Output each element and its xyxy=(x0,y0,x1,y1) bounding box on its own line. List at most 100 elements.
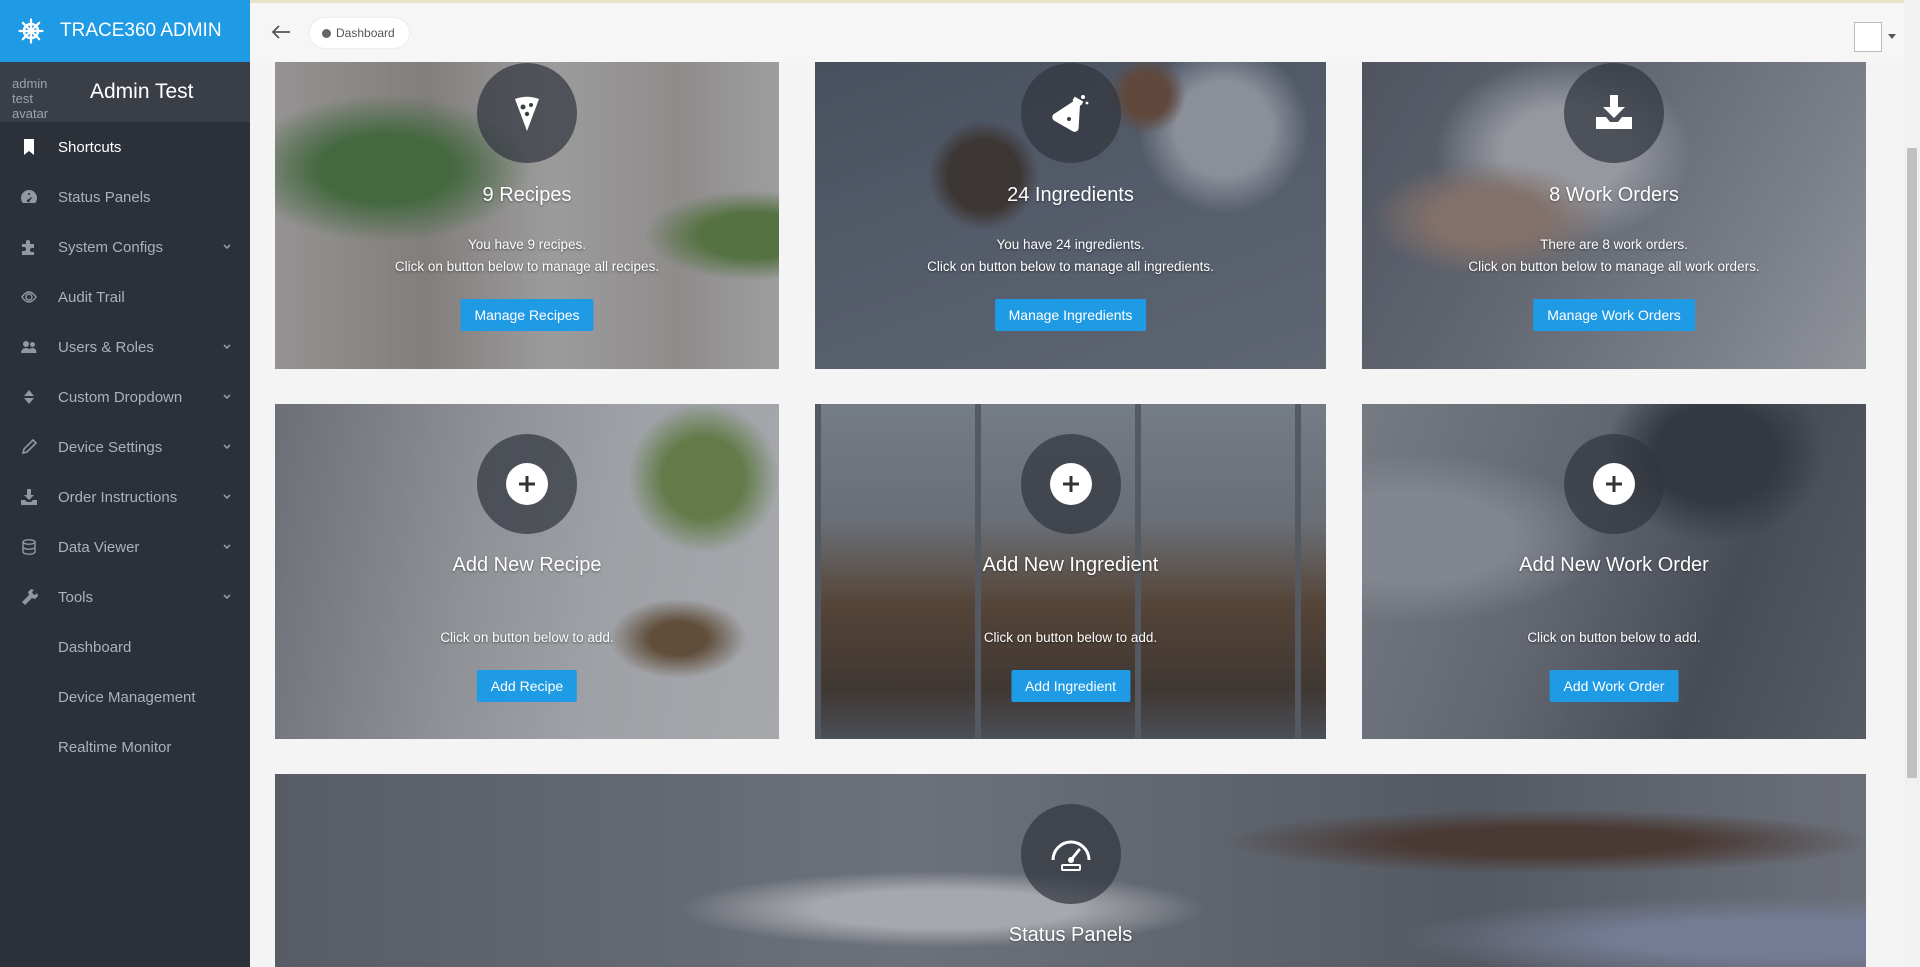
bookmark-icon xyxy=(24,139,34,155)
status-panels-card: Status Panels xyxy=(275,774,1866,967)
manage-ingredients-button[interactable]: Manage Ingredients xyxy=(994,299,1147,331)
ship-wheel-icon xyxy=(18,18,44,44)
card-line1: You have 9 recipes. xyxy=(467,237,587,252)
sidebar-item-label: Tools xyxy=(58,588,94,606)
card-title: Add New Work Order xyxy=(1519,554,1709,576)
puzzle-icon xyxy=(22,240,34,255)
speedometer-icon xyxy=(1051,840,1090,871)
add-recipe-button[interactable]: Add Recipe xyxy=(476,670,578,702)
sidebar-item-label: Device Settings xyxy=(58,438,163,456)
card-title: 9 Recipes xyxy=(482,184,572,206)
card-icon-circle xyxy=(1564,63,1664,163)
card-icon-circle xyxy=(1020,63,1121,163)
tools-icon xyxy=(22,589,38,605)
eye-icon xyxy=(21,291,37,303)
sidebar-item-system-configs[interactable]: System Configs xyxy=(0,222,250,272)
sidebar-item-shortcuts[interactable]: Shortcuts xyxy=(0,122,250,172)
add-work-order-card: Add New Work Order Click on button below… xyxy=(1362,404,1866,739)
card-description: Click on button below to add. xyxy=(983,630,1158,645)
flask-icon xyxy=(1051,95,1088,132)
dashboard-icon xyxy=(21,190,37,203)
add-work-order-button[interactable]: Add Work Order xyxy=(1549,670,1679,702)
manage-recipes-button[interactable]: Manage Recipes xyxy=(460,299,594,331)
user-avatar-image[interactable] xyxy=(1854,22,1882,52)
topbar: Dashboard xyxy=(250,0,1904,62)
card-description: Click on button below to add. xyxy=(1527,630,1701,645)
plus-icon xyxy=(1062,476,1079,492)
sidebar: TRACE360 ADMIN admin test avatar Admin T… xyxy=(0,0,250,967)
pizza-icon xyxy=(515,96,539,131)
sidebar-item-audit-trail[interactable]: Audit Trail xyxy=(0,272,250,322)
card-description: You have 24 ingredients. Click on button … xyxy=(815,234,1326,278)
work-orders-card: 8 Work Orders There are 8 work orders. Cl… xyxy=(1362,35,1866,369)
card-title: 8 Work Orders xyxy=(1549,184,1679,206)
chevron-down-icon xyxy=(223,444,231,450)
dashboard-icon xyxy=(322,28,331,38)
card-line2: Click on button below to manage all work… xyxy=(1468,259,1760,274)
sidebar-item-label: Audit Trail xyxy=(58,288,125,306)
chevron-down-icon xyxy=(223,394,231,400)
page-scrollbar[interactable] xyxy=(1904,0,1920,967)
user-panel: admin test avatar Admin Test xyxy=(0,62,250,122)
sidebar-item-device-settings[interactable]: Device Settings xyxy=(0,422,250,472)
card-icon-circle xyxy=(477,434,577,534)
manage-work-orders-button[interactable]: Manage Work Orders xyxy=(1533,299,1695,331)
sidebar-item-custom-dropdown[interactable]: Custom Dropdown xyxy=(0,372,250,422)
sort-icon xyxy=(24,390,34,404)
add-ingredient-button[interactable]: Add Ingredient xyxy=(1010,670,1131,702)
scrollbar-thumb[interactable] xyxy=(1907,148,1917,778)
sidebar-item-label: System Configs xyxy=(58,238,164,256)
card-line2: Click on button below to manage all reci… xyxy=(394,259,660,274)
download-tray-icon xyxy=(1596,95,1632,129)
card-icon-circle xyxy=(477,63,577,163)
card-line1: There are 8 work orders. xyxy=(1540,237,1688,252)
plus-icon xyxy=(519,476,535,492)
sidebar-item-label: Shortcuts xyxy=(58,138,122,156)
sidebar-item-users-roles[interactable]: Users & Roles xyxy=(0,322,250,372)
users-icon xyxy=(21,341,37,353)
card-title: Add New Ingredient xyxy=(982,554,1159,576)
breadcrumb-label: Dashboard xyxy=(336,26,395,40)
download-icon xyxy=(21,489,37,505)
chevron-down-icon xyxy=(223,494,231,500)
brand-header[interactable]: TRACE360 ADMIN xyxy=(0,0,250,62)
card-icon-circle xyxy=(1020,804,1121,904)
card-description: You have 9 recipes. Click on button below… xyxy=(275,234,779,278)
chevron-down-icon xyxy=(223,344,231,350)
chevron-down-icon xyxy=(223,594,231,600)
brand-title: TRACE360 ADMIN xyxy=(60,20,222,41)
sidebar-item-label: Order Instructions xyxy=(58,488,178,506)
user-name: Admin Test xyxy=(90,80,194,103)
sidebar-nav: Shortcuts Status Panels System Configs A… xyxy=(0,122,250,772)
sidebar-subitem-dashboard[interactable]: Dashboard xyxy=(0,622,250,672)
sidebar-item-label: Status Panels xyxy=(58,188,151,206)
add-recipe-card: Add New Recipe Click on button below to … xyxy=(275,404,779,739)
card-description: There are 8 work orders. Click on button … xyxy=(1362,234,1866,278)
sidebar-item-label: Users & Roles xyxy=(58,338,154,356)
add-ingredient-card: Add New Ingredient Click on button below… xyxy=(815,404,1326,739)
sidebar-item-order-instructions[interactable]: Order Instructions xyxy=(0,472,250,522)
sidebar-item-data-viewer[interactable]: Data Viewer xyxy=(0,522,250,572)
card-title: Status Panels xyxy=(1008,924,1133,946)
sidebar-subitem-device-management[interactable]: Device Management xyxy=(0,672,250,722)
chevron-down-icon xyxy=(223,544,231,550)
card-line2: Click on button below to manage all ingr… xyxy=(927,259,1214,274)
card-title: Add New Recipe xyxy=(452,554,602,576)
plus-icon xyxy=(1606,476,1622,492)
card-icon-circle xyxy=(1020,434,1121,534)
sidebar-item-label: Custom Dropdown xyxy=(58,388,183,406)
caret-down-icon[interactable] xyxy=(1888,34,1896,39)
ingredients-card: 24 Ingredients You have 24 ingredients. C… xyxy=(815,35,1326,369)
card-icon-circle xyxy=(1564,434,1664,534)
card-title: 24 Ingredients xyxy=(1007,184,1134,206)
card-description: Click on button below to add. xyxy=(440,630,614,645)
sidebar-item-status-panels[interactable]: Status Panels xyxy=(0,172,250,222)
pencil-icon xyxy=(21,438,38,455)
back-arrow-icon[interactable] xyxy=(270,21,292,43)
breadcrumb[interactable]: Dashboard xyxy=(310,18,409,48)
card-line1: You have 24 ingredients. xyxy=(996,237,1145,252)
chevron-down-icon xyxy=(223,244,231,250)
sidebar-item-tools[interactable]: Tools xyxy=(0,572,250,622)
sidebar-item-label: Data Viewer xyxy=(58,538,140,556)
sidebar-subitem-realtime-monitor[interactable]: Realtime Monitor xyxy=(0,722,250,772)
